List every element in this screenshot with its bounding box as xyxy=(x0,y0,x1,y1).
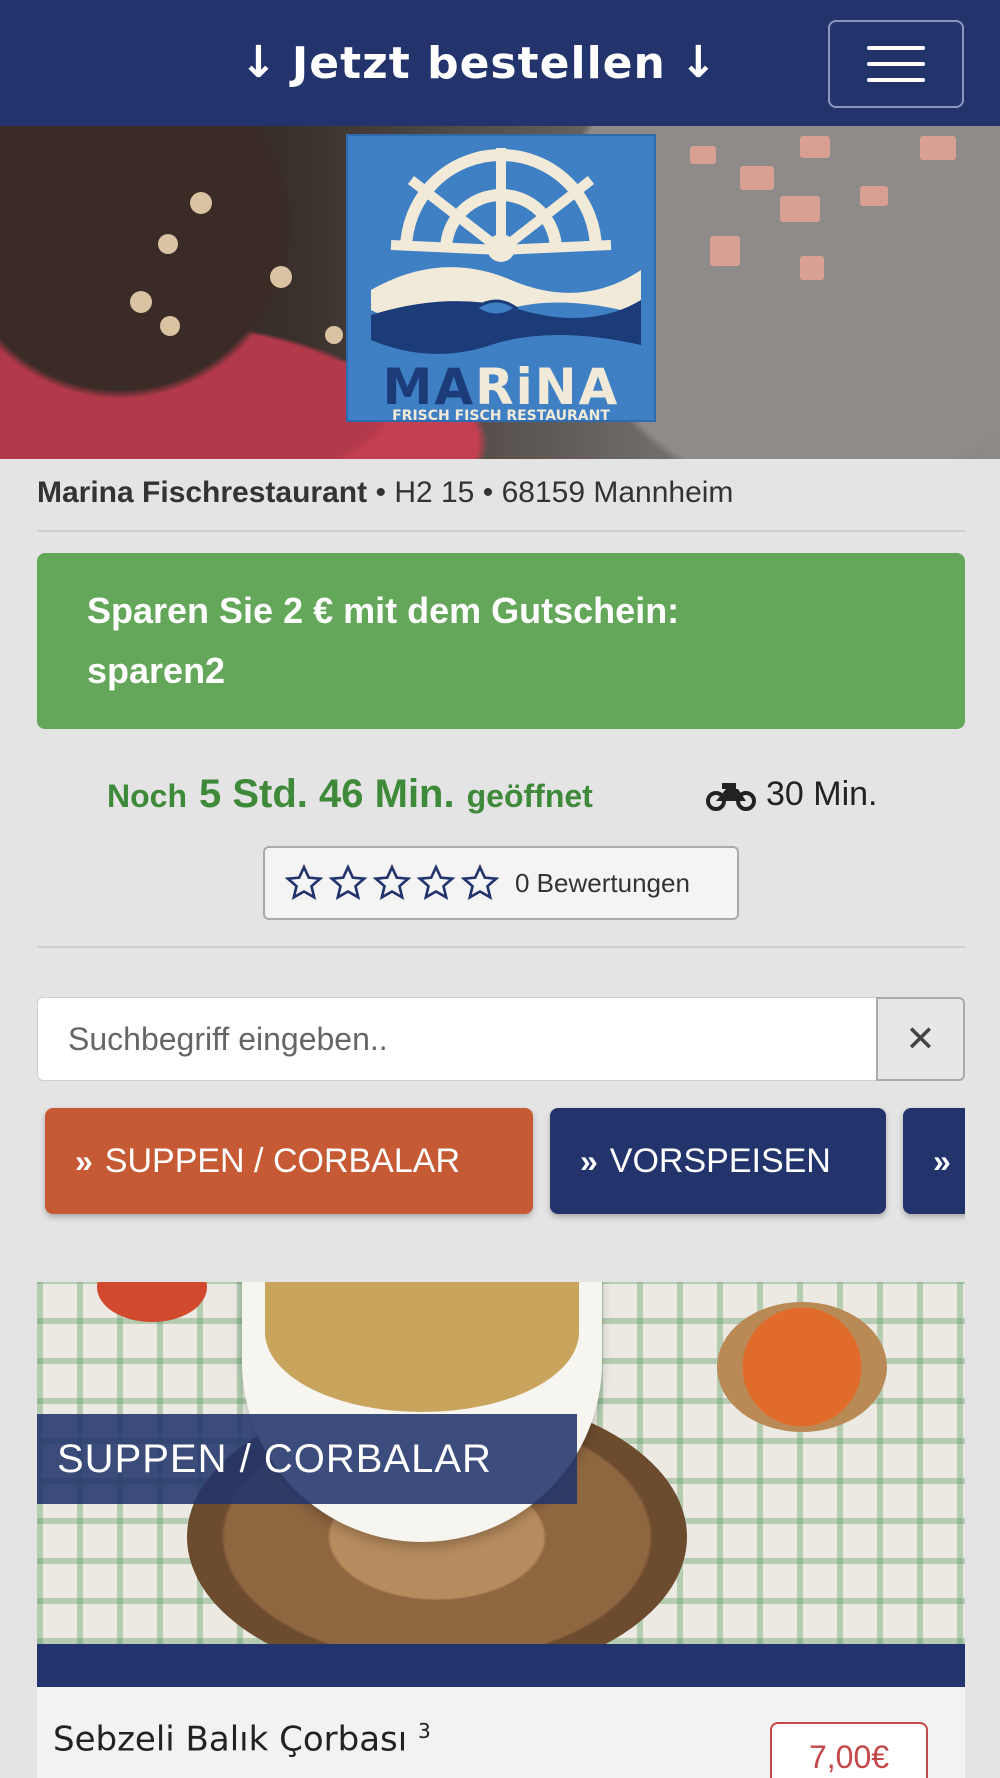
peppercorn xyxy=(325,326,343,344)
restaurant-name: Marina Fischrestaurant xyxy=(37,476,368,509)
restaurant-address: Marina Fischrestaurant • H2 15 • 68159 M… xyxy=(37,476,733,510)
divider xyxy=(37,530,965,532)
close-icon: ✕ xyxy=(905,1018,936,1059)
clear-search-button[interactable]: ✕ xyxy=(876,997,965,1081)
rating-stars xyxy=(283,863,501,903)
salt-crystal xyxy=(780,196,820,222)
peppercorn xyxy=(158,234,178,254)
menu-item-name: Sebzeli Balık Çorbası 3 xyxy=(53,1719,431,1760)
salt-crystal xyxy=(690,146,716,164)
logo-subtitle: FRISCH FISCH RESTAURANT xyxy=(392,408,610,424)
delivery-time-label: 30 Min. xyxy=(766,775,878,813)
price-button[interactable]: 7,00€ xyxy=(770,1722,928,1778)
hamburger-line xyxy=(867,62,925,66)
opening-status: Noch 5 Std. 46 Min. geöffnet xyxy=(107,772,593,817)
restaurant-logo: MARiNA FRISCH FISCH RESTAURANT xyxy=(346,134,656,424)
category-tab-label: VORSPEISEN xyxy=(609,1141,831,1180)
allergen-note: 3 xyxy=(418,1719,431,1743)
star-empty-icon xyxy=(372,863,412,901)
salt-crystal xyxy=(920,136,956,160)
salt-crystal xyxy=(740,166,774,190)
motorcycle-icon xyxy=(706,782,756,811)
search-input[interactable] xyxy=(37,997,877,1081)
delivery-time: 30 Min. xyxy=(706,775,878,814)
arrow-down-icon: ↓ xyxy=(240,37,278,88)
top-nav-bar: ↓ Jetzt bestellen ↓ xyxy=(0,0,1000,126)
hero-image: MARiNA FRISCH FISCH RESTAURANT xyxy=(0,126,1000,459)
salt-crystal xyxy=(710,236,740,266)
arrow-down-icon: ↓ xyxy=(679,37,718,88)
section-banner-image: SUPPEN / CORBALAR xyxy=(37,1282,965,1644)
order-now-label: Jetzt bestellen xyxy=(291,37,666,89)
lentil-bowl xyxy=(717,1302,887,1432)
peppercorn xyxy=(130,291,152,313)
hamburger-menu-button[interactable] xyxy=(828,20,964,108)
star-empty-icon xyxy=(284,863,324,901)
order-now-button[interactable]: ↓ Jetzt bestellen ↓ xyxy=(240,30,718,96)
tomato xyxy=(97,1282,207,1322)
salt-crystal xyxy=(800,136,830,158)
star-empty-icon xyxy=(460,863,500,901)
ship-wheel-icon xyxy=(371,148,641,354)
peppercorn xyxy=(190,192,212,214)
salt-crystal xyxy=(860,186,888,206)
coupon-banner: Sparen Sie 2 € mit dem Gutschein: sparen… xyxy=(37,553,965,729)
star-empty-icon xyxy=(416,863,456,901)
divider xyxy=(37,946,965,948)
category-tab-vorspeisen[interactable]: » VORSPEISEN xyxy=(550,1108,886,1214)
opening-suffix: geöffnet xyxy=(466,778,593,814)
coupon-code: sparen2 xyxy=(87,650,226,691)
restaurant-city: 68159 Mannheim xyxy=(501,476,734,509)
double-chevron-icon: » xyxy=(75,1142,93,1179)
category-tabs: » SUPPEN / CORBALAR » VORSPEISEN » xyxy=(37,1100,965,1224)
menu-item[interactable]: Sebzeli Balık Çorbası 3 7,00€ xyxy=(37,1687,965,1778)
double-chevron-icon: » xyxy=(580,1142,598,1179)
star-empty-icon xyxy=(328,863,368,901)
category-tab-label: SUPPEN / CORBALAR xyxy=(104,1141,461,1180)
separator: • xyxy=(482,476,494,509)
opening-time-remaining: 5 Std. 46 Min. xyxy=(199,772,455,816)
restaurant-street: H2 15 xyxy=(394,476,475,509)
peppercorn xyxy=(270,266,292,288)
hamburger-line xyxy=(867,78,925,82)
ratings-button[interactable]: 0 Bewertungen xyxy=(263,846,739,920)
double-chevron-icon: » xyxy=(933,1142,951,1179)
ratings-count: 0 Bewertungen xyxy=(515,867,690,898)
section-title: SUPPEN / CORBALAR xyxy=(37,1414,577,1504)
category-tab-suppen[interactable]: » SUPPEN / CORBALAR xyxy=(45,1108,533,1214)
separator: • xyxy=(375,476,386,509)
category-tab-next[interactable]: » xyxy=(903,1108,965,1214)
coupon-text: Sparen Sie 2 € mit dem Gutschein: xyxy=(87,590,680,631)
salt-crystal xyxy=(800,256,824,280)
hamburger-line xyxy=(867,46,925,50)
section-bar xyxy=(37,1644,965,1687)
peppercorn xyxy=(160,316,180,336)
opening-prefix: Noch xyxy=(107,778,187,814)
